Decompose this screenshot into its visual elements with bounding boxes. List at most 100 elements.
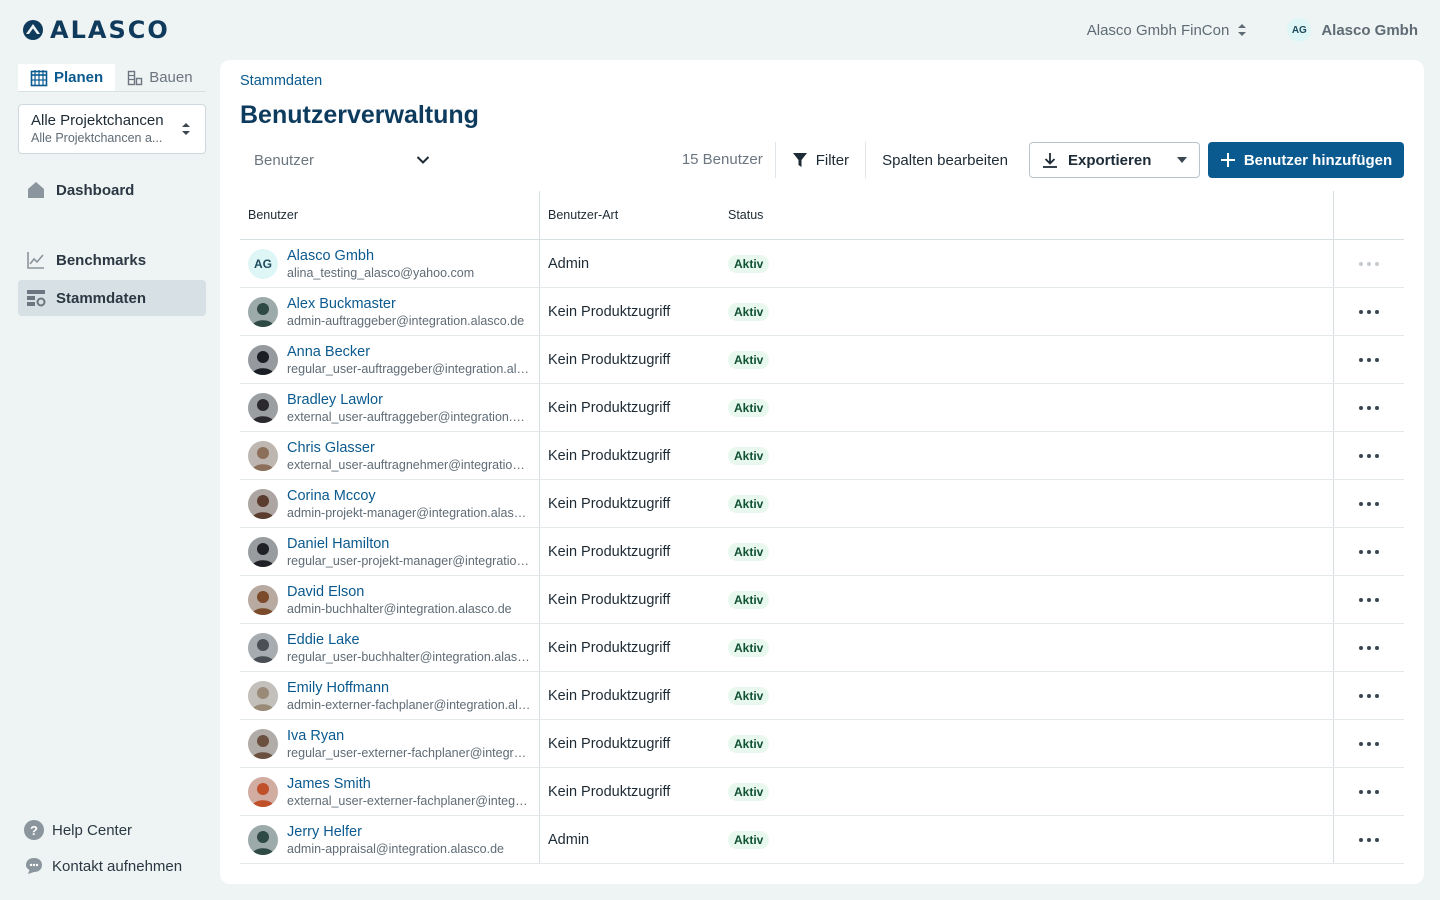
user-name-link[interactable]: Bradley Lawlor <box>287 392 531 408</box>
user-name-link[interactable]: Anna Becker <box>287 344 531 360</box>
user-email: admin-externer-fachplaner@integration.al… <box>287 697 531 712</box>
user-count: 15 Benutzer <box>682 142 776 178</box>
status-badge: Aktiv <box>728 734 770 753</box>
user-type: Kein Produktzugriff <box>548 639 671 656</box>
status-badge: Aktiv <box>728 638 770 657</box>
status-cell: Aktiv <box>720 240 1334 287</box>
tab-planen[interactable]: Planen <box>18 64 116 91</box>
users-table: Benutzer Benutzer-Art Status AG Alasco G… <box>240 191 1404 864</box>
more-actions-icon[interactable] <box>1357 496 1381 512</box>
table-row[interactable]: James Smith external_user-externer-fachp… <box>240 768 1404 816</box>
user-name-link[interactable]: Iva Ryan <box>287 728 531 744</box>
actions-cell <box>1334 672 1404 719</box>
table-row[interactable]: AG Alasco Gmbh alina_testing_alasco@yaho… <box>240 240 1404 288</box>
table-row[interactable]: Eddie Lake regular_user-buchhalter@integ… <box>240 624 1404 672</box>
user-name-link[interactable]: Chris Glasser <box>287 440 531 456</box>
user-menu[interactable]: AG Alasco Gmbh <box>1287 18 1418 42</box>
help-center-link[interactable]: ? Help Center <box>18 812 206 848</box>
user-name-link[interactable]: Emily Hoffmann <box>287 680 531 696</box>
more-actions-icon[interactable] <box>1357 784 1381 800</box>
table-row[interactable]: Bradley Lawlor external_user-auftraggebe… <box>240 384 1404 432</box>
actions-cell <box>1334 576 1404 623</box>
status-cell: Aktiv <box>720 720 1334 767</box>
sidebar-item-label: Stammdaten <box>56 289 147 307</box>
table-row[interactable]: Jerry Helfer admin-appraisal@integration… <box>240 816 1404 864</box>
more-actions-icon[interactable] <box>1357 256 1381 272</box>
column-header-status[interactable]: Status <box>720 191 1334 239</box>
sidebar-item-stammdaten[interactable]: Stammdaten <box>18 280 206 316</box>
actions-cell <box>1334 768 1404 815</box>
user-cell: Corina Mccoy admin-projekt-manager@integ… <box>240 480 540 527</box>
table-row[interactable]: Anna Becker regular_user-auftraggeber@in… <box>240 336 1404 384</box>
breadcrumb[interactable]: Stammdaten <box>240 73 322 93</box>
crane-icon <box>127 70 143 85</box>
tab-planen-label: Planen <box>54 69 104 86</box>
more-actions-icon[interactable] <box>1357 448 1381 464</box>
table-row[interactable]: Corina Mccoy admin-projekt-manager@integ… <box>240 480 1404 528</box>
status-cell: Aktiv <box>720 816 1334 863</box>
logo-mark-icon <box>23 20 43 40</box>
user-type: Kein Produktzugriff <box>548 543 671 560</box>
column-header-user-type[interactable]: Benutzer-Art <box>540 208 720 222</box>
table-row[interactable]: David Elson admin-buchhalter@integration… <box>240 576 1404 624</box>
toolbar: Benutzer 15 Benutzer Filter Spalten bear… <box>240 142 1404 178</box>
status-badge: Aktiv <box>728 446 770 465</box>
user-name-link[interactable]: Daniel Hamilton <box>287 536 531 552</box>
table-row[interactable]: Alex Buckmaster admin-auftraggeber@integ… <box>240 288 1404 336</box>
more-actions-icon[interactable] <box>1357 640 1381 656</box>
sidebar-item-benchmarks[interactable]: Benchmarks <box>18 242 206 278</box>
contact-label: Kontakt aufnehmen <box>52 857 183 875</box>
more-actions-icon[interactable] <box>1357 592 1381 608</box>
actions-cell <box>1334 336 1404 383</box>
more-actions-icon[interactable] <box>1357 736 1381 752</box>
org-switcher[interactable]: Alasco Gmbh FinCon <box>1087 22 1248 39</box>
filter-button[interactable]: Filter <box>776 142 867 178</box>
user-cell: Jerry Helfer admin-appraisal@integration… <box>240 816 540 863</box>
user-filter-dropdown[interactable]: Benutzer <box>240 142 440 178</box>
user-cell: Daniel Hamilton regular_user-projekt-man… <box>240 528 540 575</box>
table-body: AG Alasco Gmbh alina_testing_alasco@yaho… <box>240 240 1404 864</box>
more-actions-icon[interactable] <box>1357 688 1381 704</box>
status-badge: Aktiv <box>728 494 770 513</box>
actions-cell <box>1334 480 1404 527</box>
more-actions-icon[interactable] <box>1357 352 1381 368</box>
user-email: regular_user-projekt-manager@integration… <box>287 553 531 568</box>
user-name-link[interactable]: James Smith <box>287 776 531 792</box>
actions-cell <box>1334 816 1404 863</box>
project-select[interactable]: Alle Projektchancen Alle Projektchancen … <box>18 104 206 154</box>
user-name-link[interactable]: Jerry Helfer <box>287 824 531 840</box>
add-user-button[interactable]: Benutzer hinzufügen <box>1208 142 1404 178</box>
table-row[interactable]: Chris Glasser external_user-auftragnehme… <box>240 432 1404 480</box>
sort-updown-icon <box>182 123 190 135</box>
alasco-logo[interactable]: ALASCO <box>22 16 170 44</box>
column-header-user[interactable]: Benutzer <box>240 191 540 239</box>
actions-cell <box>1334 240 1404 287</box>
more-actions-icon[interactable] <box>1357 304 1381 320</box>
tab-bauen[interactable]: Bauen <box>115 64 204 91</box>
sidebar-item-label: Dashboard <box>56 181 135 199</box>
user-avatar: AG <box>1287 18 1312 42</box>
table-row[interactable]: Iva Ryan regular_user-externer-fachplane… <box>240 720 1404 768</box>
user-email: regular_user-auftraggeber@integration.al… <box>287 361 531 376</box>
user-name-link[interactable]: Alasco Gmbh <box>287 248 531 264</box>
table-row[interactable]: Emily Hoffmann admin-externer-fachplaner… <box>240 672 1404 720</box>
user-name-link[interactable]: Alex Buckmaster <box>287 296 531 312</box>
export-label: Exportieren <box>1068 151 1152 169</box>
status-badge: Aktiv <box>728 302 770 321</box>
contact-link[interactable]: Kontakt aufnehmen <box>18 848 206 884</box>
user-name-link[interactable]: David Elson <box>287 584 531 600</box>
status-badge: Aktiv <box>728 590 770 609</box>
sidebar-item-dashboard[interactable]: Dashboard <box>18 172 206 208</box>
user-name-link[interactable]: Eddie Lake <box>287 632 531 648</box>
status-badge: Aktiv <box>728 254 770 273</box>
more-actions-icon[interactable] <box>1357 832 1381 848</box>
more-actions-icon[interactable] <box>1357 544 1381 560</box>
user-name-link[interactable]: Corina Mccoy <box>287 488 531 504</box>
table-row[interactable]: Daniel Hamilton regular_user-projekt-man… <box>240 528 1404 576</box>
status-cell: Aktiv <box>720 480 1334 527</box>
export-button[interactable]: Exportieren <box>1029 142 1200 178</box>
more-actions-icon[interactable] <box>1357 400 1381 416</box>
status-cell: Aktiv <box>720 384 1334 431</box>
user-type: Kein Produktzugriff <box>548 351 671 368</box>
edit-columns-button[interactable]: Spalten bearbeiten <box>866 142 1024 178</box>
